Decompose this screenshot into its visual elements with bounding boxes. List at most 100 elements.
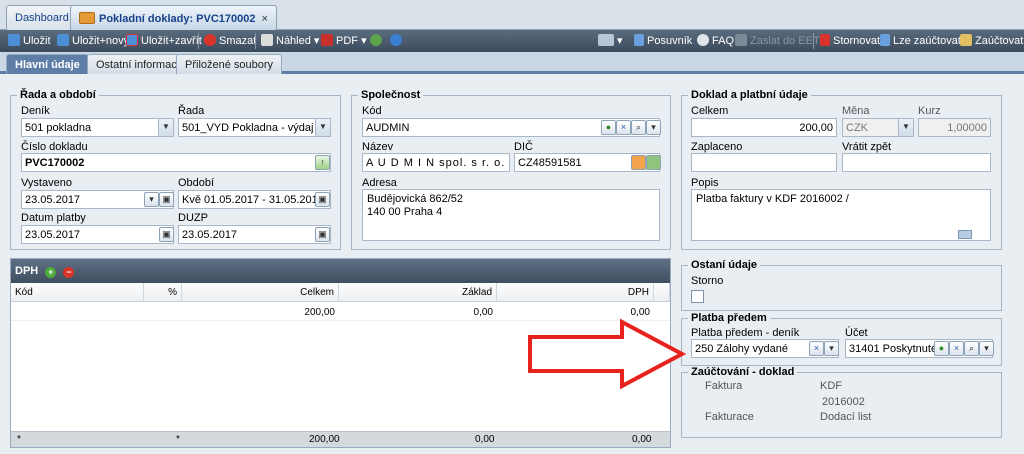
series-select[interactable]: 501_VYD Pokladna - výdaj - ▼ [178,118,331,137]
chevron-down-icon[interactable]: ▼ [158,119,173,136]
dropdown-icon[interactable]: ▾ [144,192,159,207]
select-icon[interactable]: ● [934,341,949,356]
company-name-label: Název [362,141,394,153]
column-header-vat[interactable]: DPH [497,283,654,302]
clear-icon[interactable]: × [616,120,631,135]
tab-dashboard[interactable]: Dashboard [6,5,78,30]
tab-attached-files[interactable]: Přiložené soubory [176,54,283,74]
column-header-label: Kód [15,287,33,298]
paid-field[interactable] [691,153,837,172]
section-title: Řada a období [17,89,99,101]
account-label: Účet [845,327,868,339]
storno-label: Storno [691,275,724,287]
calendar-icon[interactable]: ▣ [159,227,174,242]
invoicing-label: Fakturace [705,411,754,423]
info-button[interactable] [390,34,405,47]
currency-select[interactable]: CZK ▼ [842,118,914,137]
save-button[interactable]: Uložit [8,34,51,47]
text-editor-icon[interactable] [958,230,972,239]
chevron-down-icon[interactable]: ▾ [646,120,661,135]
can-post-button[interactable]: Lze zaúčtovat [880,34,961,47]
register-icon[interactable] [646,155,661,170]
chevron-down-icon[interactable]: ▾ [824,341,839,356]
save-close-button[interactable]: Uložit+zavřít [126,34,202,47]
total-label: Celkem [691,105,729,117]
slider-label: Posuvník [647,35,693,47]
column-header-total[interactable]: Celkem [182,283,339,302]
refresh-button[interactable] [370,34,385,47]
cancel-button[interactable]: Stornovat [820,34,880,47]
column-header-label: DPH [627,287,649,298]
company-name-field[interactable]: A U D M I N spol. s r. o. [362,153,510,172]
vat-grid-summary: * * 200,00 0,00 0,00 [11,431,670,447]
post-button[interactable]: Zaúčtovat [960,34,1023,47]
close-tab-icon[interactable]: × [262,13,268,25]
period-field[interactable]: Kvě 01.05.2017 - 31.05.201 [178,190,331,209]
tab-cash-document[interactable]: Pokladní doklady: PVC170002 × [70,5,277,30]
validate-icon[interactable] [631,155,646,170]
chevron-down-icon: ▾ [313,35,320,47]
chevron-down-icon[interactable]: ▼ [315,119,330,136]
chevron-down-icon[interactable]: ▾ [979,341,994,356]
description-label: Popis [691,177,719,189]
search-icon[interactable]: ⌕ [964,341,979,356]
calendar-icon[interactable]: ▣ [315,192,330,207]
duzp-field[interactable]: 23.05.2017 [178,225,331,244]
issued-date-value: 23.05.2017 [25,194,81,206]
summary-percent: * [176,434,180,445]
slider-button[interactable]: Posuvník [634,34,692,47]
save-icon [8,34,20,46]
prepayment-section: Platba předem Platba předem - deník 250 … [681,312,1002,366]
select-icon[interactable]: ● [601,120,616,135]
save-new-button[interactable]: Uložit+nový [57,34,129,47]
delete-label: Smazat [219,35,257,47]
currency-value: CZK [846,122,868,134]
posting-section: Zaúčtování - doklad Faktura KDF 2016002 … [681,366,1002,438]
journal-select[interactable]: 501 pokladna ▼ [21,118,174,137]
faq-button[interactable]: FAQ [697,34,734,47]
column-header-base[interactable]: Základ [339,283,497,302]
toolbar-separator [255,33,256,49]
doc-number-field[interactable]: PVC170002 [21,153,331,172]
chevron-down-icon[interactable]: ▼ [898,119,913,136]
generate-number-icon[interactable]: ↑ [315,155,330,170]
section-title: Platba předem [688,312,770,324]
address-textarea[interactable]: Budějovická 862/52 140 00 Praha 4 [362,189,660,241]
save-new-label: Uložit+nový [72,35,130,47]
clear-icon[interactable]: × [809,341,824,356]
payment-date-field[interactable]: 23.05.2017 [21,225,174,244]
total-field[interactable]: 200,00 [691,118,837,137]
column-header-label: % [168,287,177,298]
invoice-type-value: KDF [820,380,842,392]
document-tab-bar: Dashboard Pokladní doklady: PVC170002 × [0,0,1024,30]
help-icon [697,34,709,46]
rate-field[interactable]: 1,00000 [918,118,991,137]
column-header-code[interactable]: Kód [11,283,144,302]
rate-label: Kurz [918,105,941,117]
calendar-icon[interactable]: ▣ [315,227,330,242]
storno-checkbox[interactable] [691,290,704,303]
tab-main-data[interactable]: Hlavní údaje [6,54,89,74]
section-title: Společnost [358,89,424,101]
send-eet-button[interactable]: Zaslat do EET [735,34,820,47]
pdf-button[interactable]: PDF ▾ [321,34,367,47]
summary-code: * [17,434,21,445]
description-textarea[interactable]: Platba faktury v KDF 2016002 / [691,189,991,241]
red-arrow-annotation [528,318,686,390]
chevron-down-icon: ▾ [361,35,367,47]
add-icon[interactable]: + [45,267,57,278]
double-chevron-icon [880,34,890,46]
remove-icon[interactable]: − [63,267,75,278]
window-menu-button[interactable]: ▾ [598,34,623,47]
preview-button[interactable]: Náhled ▾ [261,34,319,47]
refund-field[interactable] [842,153,991,172]
column-header-percent[interactable]: % [144,283,182,302]
double-chevron-icon [634,34,644,46]
calendar-icon[interactable]: ▣ [159,192,174,207]
invoice-number-value: 2016002 [822,396,865,408]
series-value: 501_VYD Pokladna - výdaj - [182,122,321,134]
clear-icon[interactable]: × [949,341,964,356]
delete-button[interactable]: Smazat [204,34,256,47]
search-icon[interactable]: ⌕ [631,120,646,135]
tab-attached-files-label: Přiložené soubory [185,59,274,71]
